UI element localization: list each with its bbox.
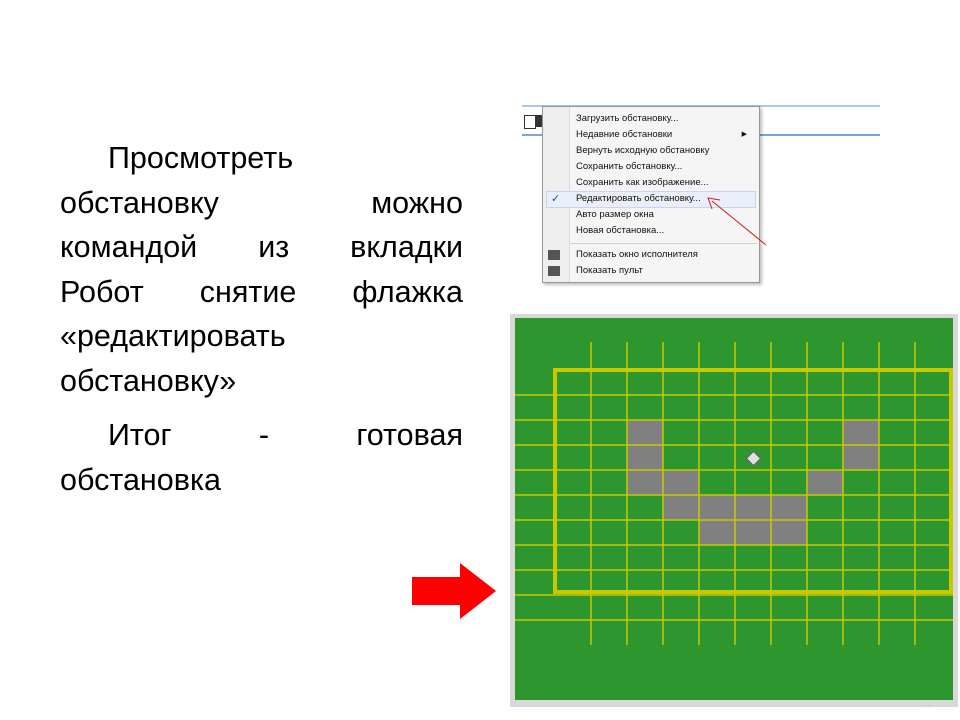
- word: флажка: [352, 274, 463, 309]
- menu-item[interactable]: Вернуть исходную обстановку: [543, 143, 759, 159]
- menu-item-label: Показать пульт: [576, 265, 643, 276]
- menu-item[interactable]: Недавние обстановки ▶: [543, 127, 759, 143]
- painted-cell: [699, 520, 735, 545]
- painted-cell: [771, 495, 807, 520]
- text-line-1: Просмотреть: [108, 141, 294, 175]
- robot-field-grid: [515, 342, 953, 645]
- menu-item-label: Новая обстановка...: [576, 225, 665, 236]
- grid-icon: [548, 250, 560, 260]
- menu-item[interactable]: Загрузить обстановку...: [543, 111, 759, 127]
- painted-cell: [735, 520, 771, 545]
- text-line-2: обстановку можно: [60, 181, 463, 226]
- word: можно: [371, 185, 463, 220]
- word: Робот: [60, 274, 144, 309]
- robot-field: [515, 318, 953, 700]
- painted-cell: [807, 470, 843, 495]
- menu-item-label: Загрузить обстановку...: [576, 113, 679, 124]
- checkmark-icon: ✓: [551, 193, 561, 205]
- menu-item-label: Показать окно исполнителя: [576, 249, 698, 260]
- menu-item[interactable]: Сохранить как изображение...: [543, 175, 759, 191]
- menu-item[interactable]: Сохранить обстановку...: [543, 159, 759, 175]
- word: снятие: [199, 274, 297, 309]
- painted-cell: [771, 520, 807, 545]
- annotation-arrow: [707, 197, 767, 246]
- right-arrow-icon: [412, 563, 496, 619]
- paragraph-result: Итог - готовая обстановка: [60, 413, 463, 502]
- word: вкладки: [350, 230, 463, 264]
- menu-item-label: Сохранить как изображение...: [576, 177, 709, 188]
- field-wall: [553, 368, 953, 594]
- corner-mark: ....: [925, 702, 931, 708]
- menu-item-label: Редактировать обстановку...: [576, 193, 701, 204]
- painted-cell: [627, 470, 663, 495]
- word: Итог: [108, 418, 172, 452]
- word: -: [258, 418, 270, 452]
- painted-cell: [627, 420, 663, 445]
- painted-cell: [843, 445, 879, 470]
- painted-cell: [663, 495, 699, 520]
- menu-item-label: Вернуть исходную обстановку: [576, 145, 710, 156]
- paragraph-view-instructions: Просмотреть обстановку можно командой из вк…: [60, 136, 463, 403]
- word: командой: [60, 230, 198, 264]
- menu-item[interactable]: Показать пульт: [543, 263, 759, 279]
- menu-item-label: Недавние обстановки: [576, 129, 673, 140]
- text-line-6: обстановку»: [60, 363, 237, 398]
- painted-cell: [699, 495, 735, 520]
- text-line-7: Итог - готовая: [60, 413, 463, 458]
- painted-cell: [843, 420, 879, 445]
- submenu-arrow-icon: ▶: [741, 131, 747, 138]
- word: готовая: [356, 418, 463, 452]
- painted-cell: [735, 495, 771, 520]
- word: из: [258, 230, 290, 264]
- remote-icon: [548, 266, 560, 276]
- painted-cell: [663, 470, 699, 495]
- text-line-5: «редактировать: [60, 319, 286, 353]
- text-line-3: командой из вкладки: [60, 225, 463, 270]
- menu-item-label: Сохранить обстановку...: [576, 161, 683, 172]
- word: обстановку: [60, 185, 219, 220]
- text-line-8: обстановка: [60, 462, 221, 497]
- menu-item-label: Авто размер окна: [576, 209, 654, 220]
- painted-cell: [627, 445, 663, 470]
- toolbar-icon[interactable]: [535, 115, 542, 127]
- text-line-4: Робот снятие флажка: [60, 270, 463, 315]
